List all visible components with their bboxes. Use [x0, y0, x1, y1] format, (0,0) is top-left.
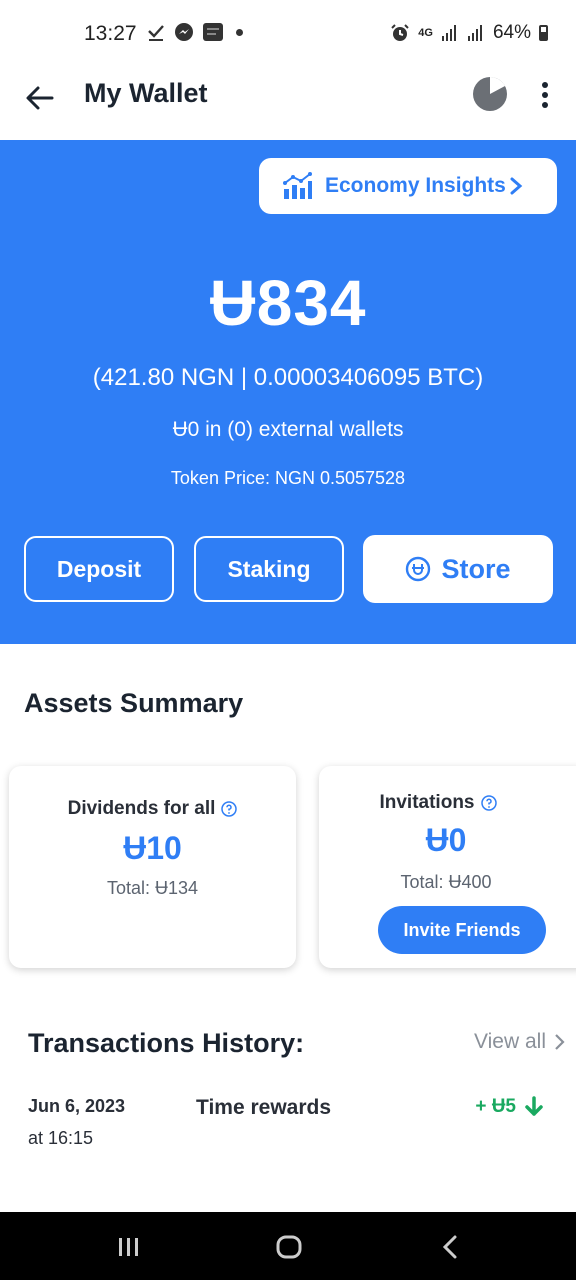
invitations-label-row: Invitations: [303, 792, 573, 814]
status-notification-icons: [146, 22, 243, 42]
deposit-button[interactable]: Deposit: [24, 536, 174, 602]
wallet-balance: Ʉ834: [209, 267, 367, 339]
transaction-amount: + Ʉ5: [475, 1096, 516, 1117]
status-bar: 13:27 4G 64%: [0, 0, 576, 70]
more-options-icon[interactable]: [536, 80, 554, 110]
signal-icon-2: [467, 25, 482, 41]
view-all-link[interactable]: View all: [474, 1030, 566, 1054]
back-arrow-icon[interactable]: [24, 82, 56, 114]
help-icon[interactable]: [221, 801, 238, 817]
dividends-total: Total: Ʉ134: [106, 878, 199, 898]
signal-icon: [441, 25, 456, 41]
assets-summary-heading: Assets Summary: [24, 688, 244, 718]
dividends-card: Dividends for all Ʉ10 Total: Ʉ134: [9, 766, 296, 968]
dividends-label: Dividends for all: [67, 798, 216, 819]
dividends-value: Ʉ10: [123, 830, 182, 866]
help-icon[interactable]: [480, 795, 497, 811]
battery-icon: [539, 25, 548, 41]
invitations-card: Invitations Ʉ0 Total: Ʉ400 Invite Friend…: [319, 766, 576, 968]
back-icon[interactable]: [441, 1234, 459, 1260]
token-price: Token Price: NGN 0.5057528: [170, 468, 406, 488]
deposit-label: Deposit: [56, 555, 142, 582]
bar-chart-icon: [283, 172, 312, 199]
balance-conversion: (421.80 NGN | 0.00003406095 BTC): [92, 364, 484, 391]
staking-label: Staking: [227, 555, 311, 582]
more-notifications-dot: [236, 28, 243, 36]
page-title: My Wallet: [84, 78, 208, 108]
external-wallets-summary: Ʉ0 in (0) external wallets: [172, 418, 404, 441]
status-time: 13:27: [84, 22, 137, 45]
store-button[interactable]: Store: [363, 535, 553, 603]
economy-insights-label: Economy Insights: [325, 174, 506, 197]
chevron-right-icon: [555, 1034, 565, 1050]
transaction-description: Time rewards: [196, 1096, 332, 1119]
alarm-icon: [391, 24, 409, 41]
chevron-right-icon: [510, 177, 523, 195]
wallet-hero: Economy Insights Ʉ834 (421.80 NGN | 0.00…: [0, 140, 576, 644]
check-download-icon: [148, 25, 164, 41]
invite-friends-button[interactable]: Invite Friends: [378, 906, 546, 954]
token-coin-icon: [406, 556, 431, 582]
invitations-total: Total: Ʉ400: [400, 872, 492, 892]
transaction-time: at 16:15: [28, 1128, 94, 1148]
dividends-label-row: Dividends for all: [9, 798, 296, 820]
view-all-label: View all: [474, 1030, 546, 1053]
invitations-label: Invitations: [379, 792, 475, 813]
arrow-down-icon: [525, 1096, 543, 1116]
home-icon[interactable]: [276, 1234, 302, 1260]
pie-chart-icon[interactable]: [472, 76, 508, 112]
invitations-value: Ʉ0: [425, 822, 467, 858]
staking-button[interactable]: Staking: [194, 536, 344, 602]
status-system-icons: 4G 64%: [390, 22, 548, 44]
transaction-date: Jun 6, 2023: [28, 1096, 126, 1116]
app-notification-icon: [203, 23, 223, 41]
recent-apps-icon[interactable]: [117, 1236, 141, 1258]
transaction-amount-row: + Ʉ5: [475, 1096, 544, 1118]
store-label: Store: [441, 553, 511, 584]
messenger-icon: [175, 23, 193, 41]
transactions-history-heading: Transactions History:: [28, 1028, 305, 1058]
economy-insights-button[interactable]: Economy Insights: [259, 158, 557, 214]
battery-percent: 64%: [492, 22, 531, 43]
system-navigation-bar: [0, 1212, 576, 1280]
network-type: 4G: [418, 26, 433, 39]
invite-friends-label: Invite Friends: [403, 919, 521, 940]
app-bar: My Wallet: [0, 70, 576, 140]
